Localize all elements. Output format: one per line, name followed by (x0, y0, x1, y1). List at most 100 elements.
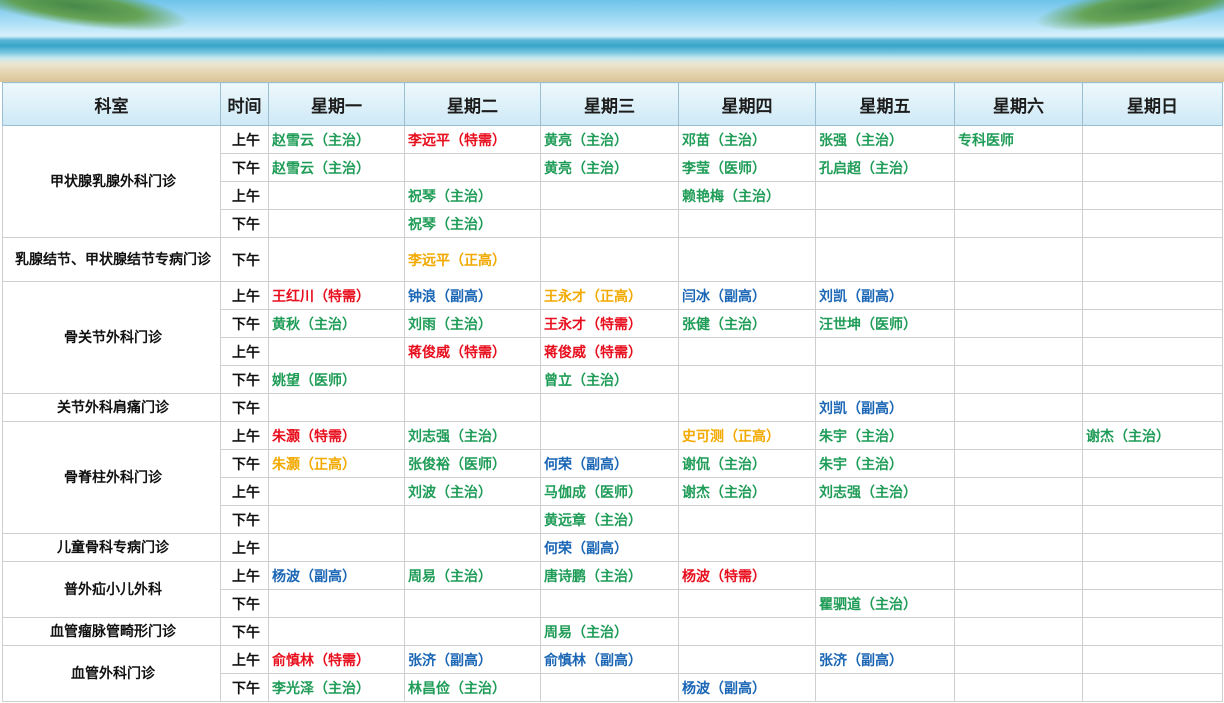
doctor-cell: 黄亮（主治） (540, 153, 679, 182)
doctor-cell (678, 365, 816, 394)
doctor-cell (678, 505, 816, 534)
doctor-cell (404, 617, 541, 646)
doctor-cell (954, 477, 1083, 506)
doctor-cell: 蒋俊威（特需） (540, 337, 679, 366)
doctor-cell (954, 645, 1083, 674)
time-slot: 下午 (220, 589, 269, 618)
header-wednesday: 星期三 (540, 82, 679, 126)
doctor-cell (954, 561, 1083, 590)
time-slot: 上午 (220, 337, 269, 366)
doctor-cell (954, 533, 1083, 562)
doctor-cell (540, 237, 679, 282)
doctor-cell (954, 589, 1083, 618)
doctor-cell (1082, 477, 1223, 506)
department-name: 普外疝小儿外科 (2, 561, 221, 618)
doctor-cell: 李远平（正高） (404, 237, 541, 282)
doctor-cell (815, 561, 955, 590)
table-row: 普外疝小儿外科 上午 杨波（副高） 周易（主治） 唐诗鹏（主治） 杨波（特需） (2, 561, 1223, 618)
time-slot: 下午 (220, 393, 269, 422)
doctor-cell: 祝琴（主治） (404, 181, 541, 210)
doctor-cell (1082, 153, 1223, 182)
doctor-cell (815, 617, 955, 646)
doctor-cell (1082, 589, 1223, 618)
doctor-cell (268, 477, 405, 506)
department-name: 骨关节外科门诊 (2, 281, 221, 394)
doctor-cell: 黄亮（主治） (540, 125, 679, 154)
doctor-cell (268, 181, 405, 210)
doctor-cell: 瞿驷道（主治） (815, 589, 955, 618)
doctor-cell (1082, 309, 1223, 338)
doctor-cell: 王红川（特需） (268, 281, 405, 310)
table-row: 骨脊柱外科门诊 上午 朱灏（特需） 刘志强（主治） 史可测（正高） 朱宇（主治） 谢杰（主治… (2, 421, 1223, 534)
time-slot: 下午 (220, 617, 269, 646)
doctor-cell (954, 505, 1083, 534)
doctor-cell (678, 237, 816, 282)
doctor-cell (1082, 561, 1223, 590)
doctor-cell: 谢杰（主治） (1082, 421, 1223, 450)
doctor-cell (954, 421, 1083, 450)
doctor-cell: 朱宇（主治） (815, 421, 955, 450)
doctor-cell (678, 337, 816, 366)
doctor-cell (954, 365, 1083, 394)
palm-leaf-right (1032, 0, 1224, 42)
table-row: 骨关节外科门诊 上午 王红川（特需） 钟浪（副高） 王永才（正高） 闫冰（副高） 刘凯（副高… (2, 281, 1223, 394)
doctor-cell (404, 505, 541, 534)
header-tuesday: 星期二 (404, 82, 541, 126)
doctor-cell (404, 533, 541, 562)
doctor-cell (540, 589, 679, 618)
doctor-cell (954, 337, 1083, 366)
doctor-cell: 杨波（副高） (268, 561, 405, 590)
doctor-cell: 刘凯（副高） (815, 281, 955, 310)
department-name: 关节外科肩痛门诊 (2, 393, 221, 422)
doctor-cell: 张强（主治） (815, 125, 955, 154)
doctor-cell: 赖艳梅（主治） (678, 181, 816, 210)
doctor-cell: 杨波（副高） (678, 673, 816, 702)
doctor-cell: 周易（主治） (540, 617, 679, 646)
time-slot: 下午 (220, 365, 269, 394)
doctor-cell (1082, 505, 1223, 534)
doctor-cell: 曾立（主治） (540, 365, 679, 394)
doctor-cell (1082, 393, 1223, 422)
doctor-cell: 姚望（医师） (268, 365, 405, 394)
doctor-cell: 谢杰（主治） (678, 477, 816, 506)
doctor-cell (540, 209, 679, 238)
doctor-cell: 张俊裕（医师） (404, 449, 541, 478)
beach-banner (0, 0, 1224, 82)
doctor-cell (1082, 181, 1223, 210)
doctor-cell: 朱宇（主治） (815, 449, 955, 478)
doctor-cell: 李莹（医师） (678, 153, 816, 182)
doctor-cell: 林昌俭（主治） (404, 673, 541, 702)
time-slot: 上午 (220, 125, 269, 154)
department-name: 儿童骨科专病门诊 (2, 533, 221, 562)
doctor-cell: 张济（副高） (815, 645, 955, 674)
department-name: 血管瘤脉管畸形门诊 (2, 617, 221, 646)
doctor-cell (1082, 337, 1223, 366)
doctor-cell (815, 365, 955, 394)
doctor-cell (815, 505, 955, 534)
doctor-cell: 邓苗（主治） (678, 125, 816, 154)
palm-leaf-left (0, 0, 192, 42)
doctor-cell (540, 181, 679, 210)
doctor-cell (954, 309, 1083, 338)
time-slot: 上午 (220, 421, 269, 450)
doctor-cell: 马伽成（医师） (540, 477, 679, 506)
table-row: 儿童骨科专病门诊 上午 何荣（副高） (2, 533, 1223, 562)
doctor-cell: 王永才（特需） (540, 309, 679, 338)
department-name: 乳腺结节、甲状腺结节专病门诊 (2, 237, 221, 282)
doctor-cell (268, 589, 405, 618)
doctor-cell (815, 181, 955, 210)
doctor-cell (954, 673, 1083, 702)
doctor-cell: 孔启超（主治） (815, 153, 955, 182)
doctor-cell: 朱灏（正高） (268, 449, 405, 478)
doctor-cell: 杨波（特需） (678, 561, 816, 590)
doctor-cell (540, 421, 679, 450)
department-name: 骨脊柱外科门诊 (2, 421, 221, 534)
header-thursday: 星期四 (678, 82, 816, 126)
header-row: 科室 时间 星期一 星期二 星期三 星期四 星期五 星期六 星期日 (2, 82, 1223, 126)
doctor-cell (1082, 365, 1223, 394)
time-slot: 下午 (220, 153, 269, 182)
doctor-cell: 何荣（副高） (540, 533, 679, 562)
doctor-cell (954, 449, 1083, 478)
doctor-cell: 钟浪（副高） (404, 281, 541, 310)
doctor-cell (954, 237, 1083, 282)
